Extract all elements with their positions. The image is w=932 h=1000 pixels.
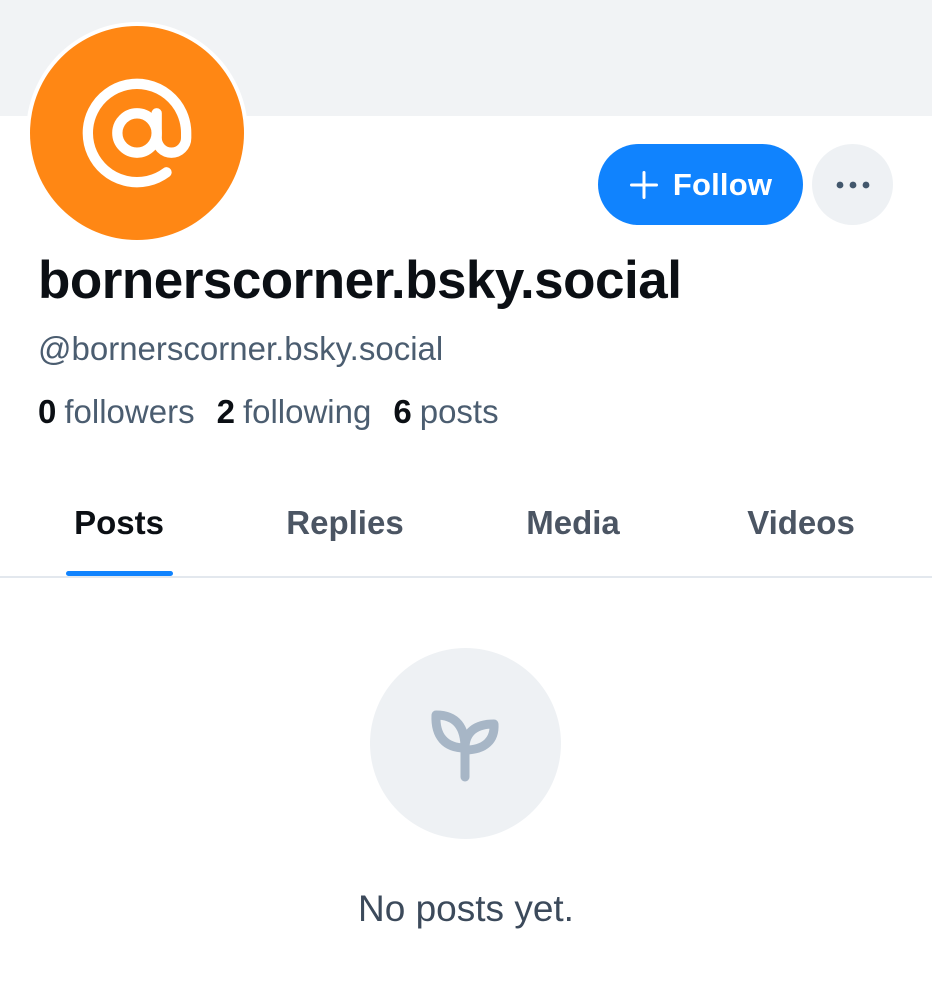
tab-media[interactable]: Media [468,470,678,576]
following-label: following [242,393,372,430]
empty-state-message: No posts yet. [358,888,574,929]
posts-label: posts [419,393,499,430]
followers-count: 0 [38,393,57,430]
active-tab-indicator [66,571,173,576]
avatar[interactable] [26,22,248,244]
display-name: bornerscorner.bsky.social [38,251,682,310]
followers-label: followers [64,393,195,430]
profile-tabs: Posts Replies Media Videos [0,470,932,578]
empty-state-icon-container [370,648,561,839]
more-options-button[interactable] [812,144,893,225]
profile-handle: @bornerscorner.bsky.social [38,330,444,367]
posts-count: 6 [393,393,412,430]
plus-icon [629,170,658,199]
posts-stat: 6 posts [393,393,498,431]
sprout-icon [430,710,499,781]
profile-stats: 0 followers 2 following 6 posts [38,393,499,431]
ellipsis-icon [836,181,869,188]
tab-posts[interactable]: Posts [14,470,224,576]
followers-stat[interactable]: 0 followers [38,393,195,431]
tab-replies[interactable]: Replies [240,470,450,576]
follow-button-label: Follow [672,166,773,202]
following-stat[interactable]: 2 following [217,393,372,431]
tab-videos[interactable]: Videos [696,470,906,576]
avatar-image [30,26,244,240]
following-count: 2 [216,393,235,430]
at-sign-icon [82,78,192,188]
follow-button[interactable]: Follow [598,144,803,225]
